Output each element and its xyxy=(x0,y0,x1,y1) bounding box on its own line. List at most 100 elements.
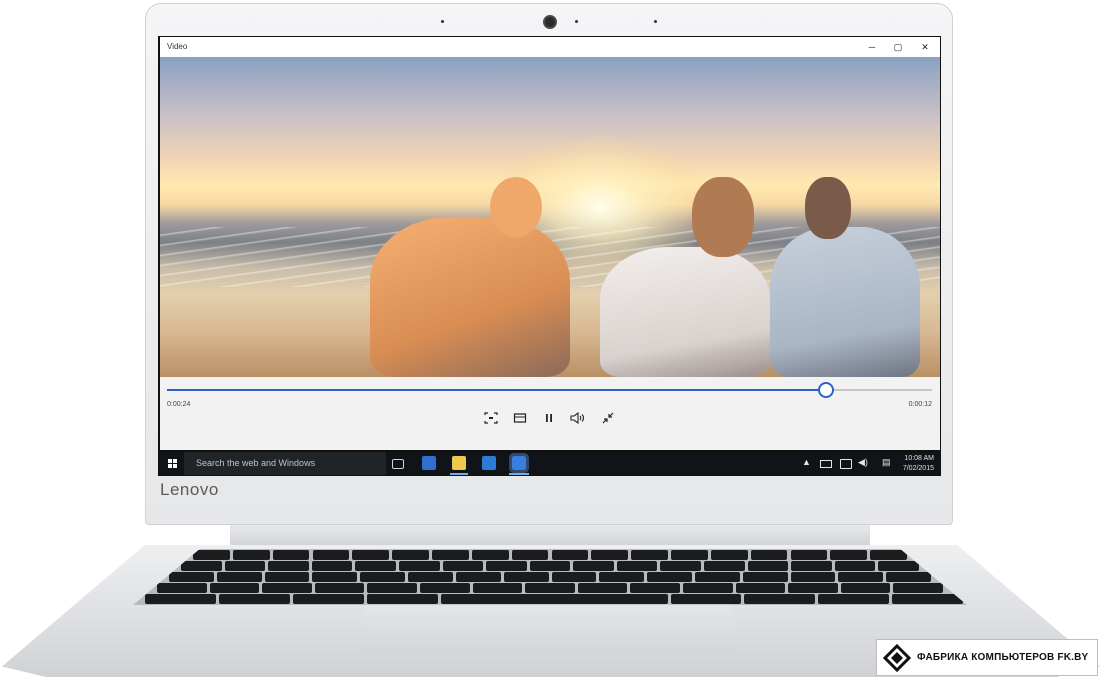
keyboard-key[interactable] xyxy=(366,594,438,604)
keyboard-key[interactable] xyxy=(631,550,668,560)
keyboard-key[interactable] xyxy=(616,561,658,571)
keyboard-key[interactable] xyxy=(551,550,589,560)
keyboard-key[interactable] xyxy=(735,583,786,593)
keyboard-key[interactable] xyxy=(704,561,745,571)
keyboard-key[interactable] xyxy=(599,572,645,582)
keyboard-key[interactable] xyxy=(486,561,527,571)
keyboard-key[interactable] xyxy=(264,572,310,582)
keyboard-key[interactable] xyxy=(503,572,549,582)
keyboard-key[interactable] xyxy=(392,550,429,560)
cast-icon[interactable] xyxy=(481,412,501,428)
keyboard-key[interactable] xyxy=(398,561,440,571)
keyboard-key[interactable] xyxy=(218,594,290,604)
volume-tray-icon[interactable]: ◀) xyxy=(858,457,868,468)
close-button[interactable]: ✕ xyxy=(915,40,935,54)
keyboard-key[interactable] xyxy=(886,572,931,582)
keyboard-key[interactable] xyxy=(268,561,309,571)
task-view-icon[interactable] xyxy=(392,459,404,469)
keyboard-key[interactable] xyxy=(790,572,836,582)
keyboard-key[interactable] xyxy=(360,572,406,582)
keyboard-key[interactable] xyxy=(355,561,396,571)
keyboard-key[interactable] xyxy=(224,561,266,571)
keyboard-key[interactable] xyxy=(314,583,365,593)
keyboard-key[interactable] xyxy=(840,583,891,593)
volume-icon[interactable] xyxy=(568,411,588,428)
keyboard-key[interactable] xyxy=(750,550,788,560)
network-icon[interactable] xyxy=(840,459,852,469)
keyboard-key[interactable] xyxy=(193,550,230,560)
keyboard-key[interactable] xyxy=(367,583,417,593)
keyboard-key[interactable] xyxy=(262,583,312,593)
store-app-icon[interactable] xyxy=(482,456,496,470)
keyboard-key[interactable] xyxy=(420,583,470,593)
maximize-button[interactable]: ▢ xyxy=(888,40,908,54)
keyboard-key[interactable] xyxy=(834,561,876,571)
keyboard-key[interactable] xyxy=(312,550,350,560)
keyboard-key[interactable] xyxy=(408,572,453,582)
keyboard-key[interactable] xyxy=(892,594,964,604)
keyboard-key[interactable] xyxy=(1040,594,1100,604)
keyboard-key[interactable] xyxy=(671,550,708,560)
pause-icon[interactable] xyxy=(539,412,559,428)
mini-view-icon[interactable] xyxy=(510,412,530,428)
keyboard-key[interactable] xyxy=(670,594,742,604)
exit-fullscreen-icon[interactable] xyxy=(598,412,618,428)
action-center-icon[interactable]: ▤ xyxy=(882,457,891,468)
keyboard-key[interactable] xyxy=(440,594,668,604)
keyboard-key[interactable] xyxy=(710,550,748,560)
tray-up-arrow-icon[interactable]: ▲ xyxy=(802,457,811,467)
keyboard-key[interactable] xyxy=(694,572,740,582)
keyboard-key[interactable] xyxy=(432,550,469,560)
keyboard-key[interactable] xyxy=(893,583,943,593)
settings-app-icon[interactable] xyxy=(422,456,436,470)
search-box[interactable]: Search the web and Windows xyxy=(184,452,386,475)
file-explorer-icon[interactable] xyxy=(452,456,466,470)
keyboard-key[interactable] xyxy=(830,550,868,560)
keyboard-key[interactable] xyxy=(216,572,262,582)
keyboard-key[interactable] xyxy=(181,561,222,571)
keyboard-key[interactable] xyxy=(870,550,907,560)
keyboard-key[interactable] xyxy=(471,550,509,560)
keyboard-key[interactable] xyxy=(577,583,628,593)
keyboard-key[interactable] xyxy=(311,561,353,571)
keyboard-key[interactable] xyxy=(591,550,629,560)
keyboard-key[interactable] xyxy=(683,583,733,593)
keyboard-key[interactable] xyxy=(551,572,597,582)
keyboard-key[interactable] xyxy=(744,594,816,604)
keyboard-key[interactable] xyxy=(442,561,484,571)
keyboard-key[interactable] xyxy=(157,583,207,593)
battery-icon[interactable] xyxy=(820,460,832,468)
keyboard-key[interactable] xyxy=(455,572,501,582)
video-frame[interactable] xyxy=(160,57,940,377)
keyboard-key[interactable] xyxy=(818,594,890,604)
keyboard-key[interactable] xyxy=(838,572,884,582)
keyboard-key[interactable] xyxy=(529,561,571,571)
seek-bar-thumb[interactable] xyxy=(818,382,834,398)
keyboard-key[interactable] xyxy=(352,550,390,560)
keyboard-key[interactable] xyxy=(145,594,216,604)
keyboard-key[interactable] xyxy=(630,583,680,593)
keyboard-key[interactable] xyxy=(878,561,919,571)
keyboard-key[interactable] xyxy=(272,550,310,560)
video-app-icon[interactable] xyxy=(509,453,529,473)
keyboard-key[interactable] xyxy=(791,561,832,571)
keyboard-key[interactable] xyxy=(472,583,523,593)
keyboard-key[interactable] xyxy=(790,550,828,560)
keyboard-key[interactable] xyxy=(169,572,214,582)
clock[interactable]: 10:08 AM 7/02/2015 xyxy=(903,454,934,474)
keyboard-key[interactable] xyxy=(525,583,575,593)
keyboard-key[interactable] xyxy=(209,583,260,593)
keyboard-key[interactable] xyxy=(511,550,549,560)
keyboard-key[interactable] xyxy=(788,583,838,593)
touchpad[interactable] xyxy=(358,604,740,655)
keyboard-key[interactable] xyxy=(292,594,364,604)
keyboard-key[interactable] xyxy=(232,550,270,560)
keyboard-key[interactable] xyxy=(747,561,789,571)
keyboard-key[interactable] xyxy=(312,572,358,582)
keyboard-key[interactable] xyxy=(573,561,614,571)
keyboard-key[interactable] xyxy=(660,561,702,571)
minimize-button[interactable]: ─ xyxy=(862,40,882,54)
start-button[interactable] xyxy=(162,452,184,475)
keyboard-key[interactable] xyxy=(742,572,788,582)
keyboard-key[interactable] xyxy=(647,572,692,582)
